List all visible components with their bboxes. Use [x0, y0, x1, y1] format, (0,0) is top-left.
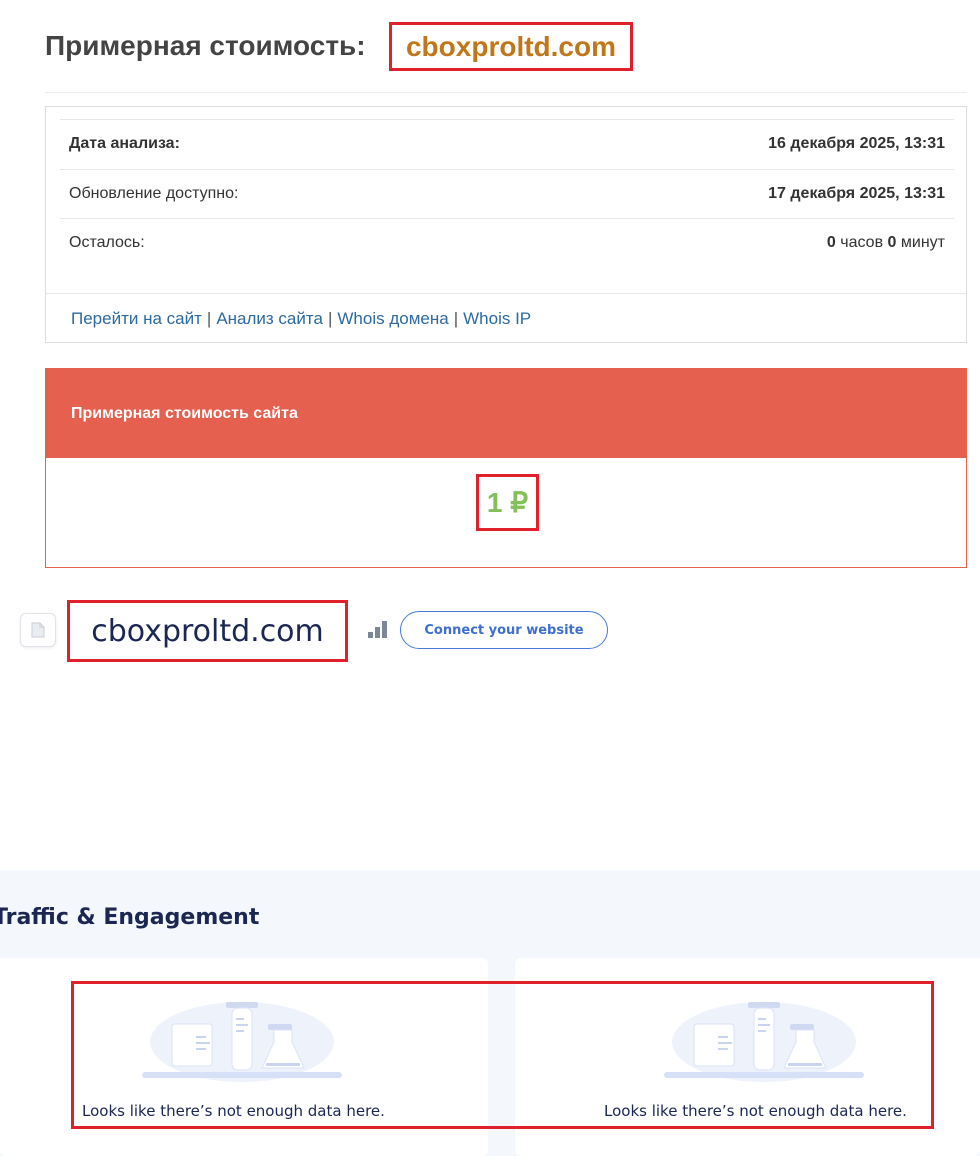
link-separator: | [453, 308, 459, 328]
cards-highlight [71, 981, 934, 1129]
remaining-value: 0 часов 0 минут [827, 234, 945, 252]
info-links: Перейти на сайт | Анализ сайта | Whois д… [46, 293, 966, 343]
page-icon [20, 613, 56, 647]
site-analysis-link[interactable]: Анализ сайта [216, 309, 323, 329]
hero-domain-highlight: cboxproltd.com [67, 600, 348, 662]
info-row-remaining: Осталось: 0 часов 0 минут [60, 218, 954, 267]
title-domain-highlight: cboxproltd.com [389, 22, 633, 71]
goto-site-link[interactable]: Перейти на сайт [71, 309, 202, 329]
page-title-prefix: Примерная стоимость: [45, 30, 366, 61]
info-label: Обновление доступно: [69, 185, 239, 202]
info-row-update-available: Обновление доступно: 17 декабря 2025, 13… [60, 169, 954, 218]
info-value: 17 декабря 2025, 13:31 [768, 185, 945, 202]
divider [45, 92, 967, 93]
info-label: Осталось: [69, 234, 145, 251]
link-separator: | [206, 308, 212, 328]
link-separator: | [327, 308, 333, 328]
title-domain: cboxproltd.com [405, 30, 616, 62]
connect-website-button[interactable]: Connect your website [400, 611, 608, 649]
cost-value: 1 ₽ [486, 487, 529, 518]
remaining-hours-unit: часов [840, 234, 884, 251]
hero-domain: cboxproltd.com [91, 613, 324, 649]
info-panel: Дата анализа: 16 декабря 2025, 13:31 Обн… [45, 106, 967, 343]
whois-ip-link[interactable]: Whois IP [463, 309, 531, 329]
remaining-minutes-unit: минут [900, 234, 945, 251]
whois-domain-link[interactable]: Whois домена [337, 309, 448, 329]
cost-panel: Примерная стоимость сайта 1 ₽ [45, 368, 967, 568]
section-title: Traffic & Engagement [0, 905, 260, 930]
rank-bars-icon [368, 621, 387, 638]
remaining-hours: 0 [826, 234, 836, 251]
cost-value-highlight: 1 ₽ [476, 474, 539, 531]
page-title: Примерная стоимость: [45, 26, 366, 66]
info-label: Дата анализа: [69, 135, 180, 152]
info-row-analysis-date: Дата анализа: 16 декабря 2025, 13:31 [60, 119, 954, 168]
info-value: 16 декабря 2025, 13:31 [768, 135, 945, 152]
cost-heading: Примерная стоимость сайта [46, 369, 966, 458]
remaining-minutes: 0 [887, 234, 897, 251]
